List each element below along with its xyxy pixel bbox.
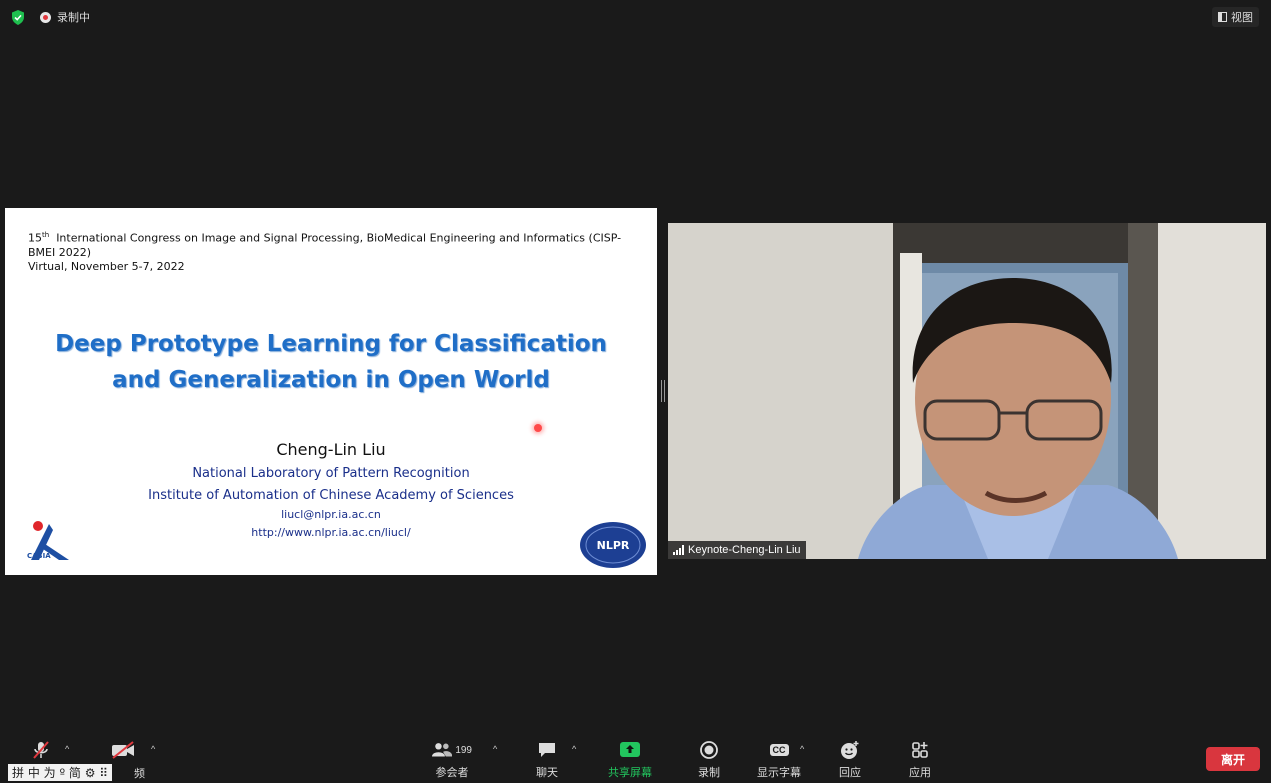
nlpr-logo-text: NLPR (597, 539, 630, 552)
participants-options-chevron-up-icon[interactable]: ^ (493, 744, 497, 754)
video-label: 频 (134, 768, 145, 780)
reactions-label: 回应 (839, 767, 861, 779)
video-options-chevron-up-icon[interactable]: ^ (151, 744, 155, 754)
security-shield-icon[interactable] (11, 10, 25, 25)
slide-title-line1: Deep Prototype Learning for Classificati… (55, 331, 607, 357)
chat-button[interactable]: 聊天 (530, 740, 564, 780)
record-button[interactable]: 录制 (692, 740, 726, 780)
recording-indicator[interactable]: 录制中 (40, 9, 90, 25)
mute-button[interactable] (28, 740, 54, 760)
reactions-emoji-icon (841, 741, 859, 759)
captions-button[interactable]: CC 显示字幕 (754, 740, 804, 780)
casia-logo-text: CASIA (27, 552, 51, 560)
participant-video[interactable]: Keynote-Cheng-Lin Liu (668, 223, 1266, 559)
chat-label: 聊天 (536, 767, 558, 779)
view-label: 视图 (1231, 12, 1253, 24)
record-icon (700, 741, 718, 759)
conference-name: International Congress on Image and Sign… (28, 231, 622, 259)
participant-nameplate: Keynote-Cheng-Lin Liu (668, 541, 806, 559)
participants-icon (432, 743, 453, 757)
slide-affiliation-2: Institute of Automation of Chinese Acade… (148, 488, 514, 503)
apps-button[interactable]: 应用 (904, 740, 936, 780)
chat-options-chevron-up-icon[interactable]: ^ (572, 744, 576, 754)
captions-options-chevron-up-icon[interactable]: ^ (800, 744, 804, 754)
video-frame (668, 223, 1266, 559)
split-view-handle[interactable] (661, 380, 665, 402)
camera-off-icon (112, 741, 134, 759)
view-icon (1218, 12, 1227, 22)
video-button[interactable] (108, 740, 138, 760)
casia-logo: CASIA (27, 521, 69, 560)
reactions-button[interactable]: 回应 (834, 740, 866, 780)
apps-icon (912, 742, 928, 758)
recording-label: 录制中 (57, 12, 90, 24)
captions-icon: CC (769, 744, 789, 756)
participants-label: 参会者 (435, 767, 469, 779)
ime-toolbar[interactable]: 拼 中 为 º 简 ⚙ ⠿ (8, 764, 113, 781)
slide-title-line2: and Generalization in Open World (112, 367, 550, 393)
chat-icon (539, 743, 555, 757)
apps-label: 应用 (909, 767, 931, 779)
conference-date: Virtual, November 5-7, 2022 (28, 259, 185, 273)
participants-count: 199 (455, 744, 472, 756)
shared-screen-slide: 15th International Congress on Image and… (5, 208, 657, 575)
slide-author: Cheng-Lin Liu (276, 440, 386, 459)
conference-ordinal-suffix: th (42, 231, 50, 239)
share-screen-label: 共享屏幕 (608, 767, 652, 779)
slide-affiliation-1: National Laboratory of Pattern Recogniti… (192, 466, 470, 481)
nlpr-logo: NLPR (580, 522, 646, 568)
participants-button[interactable]: 199 参会者 (432, 740, 472, 780)
microphone-muted-icon (33, 741, 49, 759)
view-button[interactable]: 视图 (1212, 7, 1259, 27)
leave-meeting-button[interactable]: 离开 (1206, 747, 1260, 771)
laser-pointer (534, 424, 542, 432)
conference-ordinal: 15 (28, 231, 42, 245)
record-label: 录制 (698, 767, 720, 779)
recording-icon (40, 11, 51, 23)
share-screen-button[interactable]: 共享屏幕 (604, 740, 656, 780)
slide-url: http://www.nlpr.ia.ac.cn/liucl/ (251, 526, 411, 539)
conference-info: 15th International Congress on Image and… (28, 228, 638, 274)
ime-chars: 拼 中 为 º 简 ⚙ ⠿ (12, 766, 109, 780)
connection-signal-icon (673, 545, 684, 555)
share-screen-icon (620, 742, 640, 757)
audio-options-chevron-up-icon[interactable]: ^ (65, 744, 69, 754)
slide-email: liucl@nlpr.ia.ac.cn (281, 508, 381, 521)
participant-name: Keynote-Cheng-Lin Liu (688, 544, 801, 556)
slide-title: Deep Prototype Learning for Classificati… (5, 326, 657, 398)
captions-label: 显示字幕 (757, 767, 801, 779)
meeting-toolbar: ^ ^ 频 199 参会者 ^ 聊天 ^ 共享屏幕 录制 CC 显示字幕 ^ 回… (0, 735, 1271, 783)
